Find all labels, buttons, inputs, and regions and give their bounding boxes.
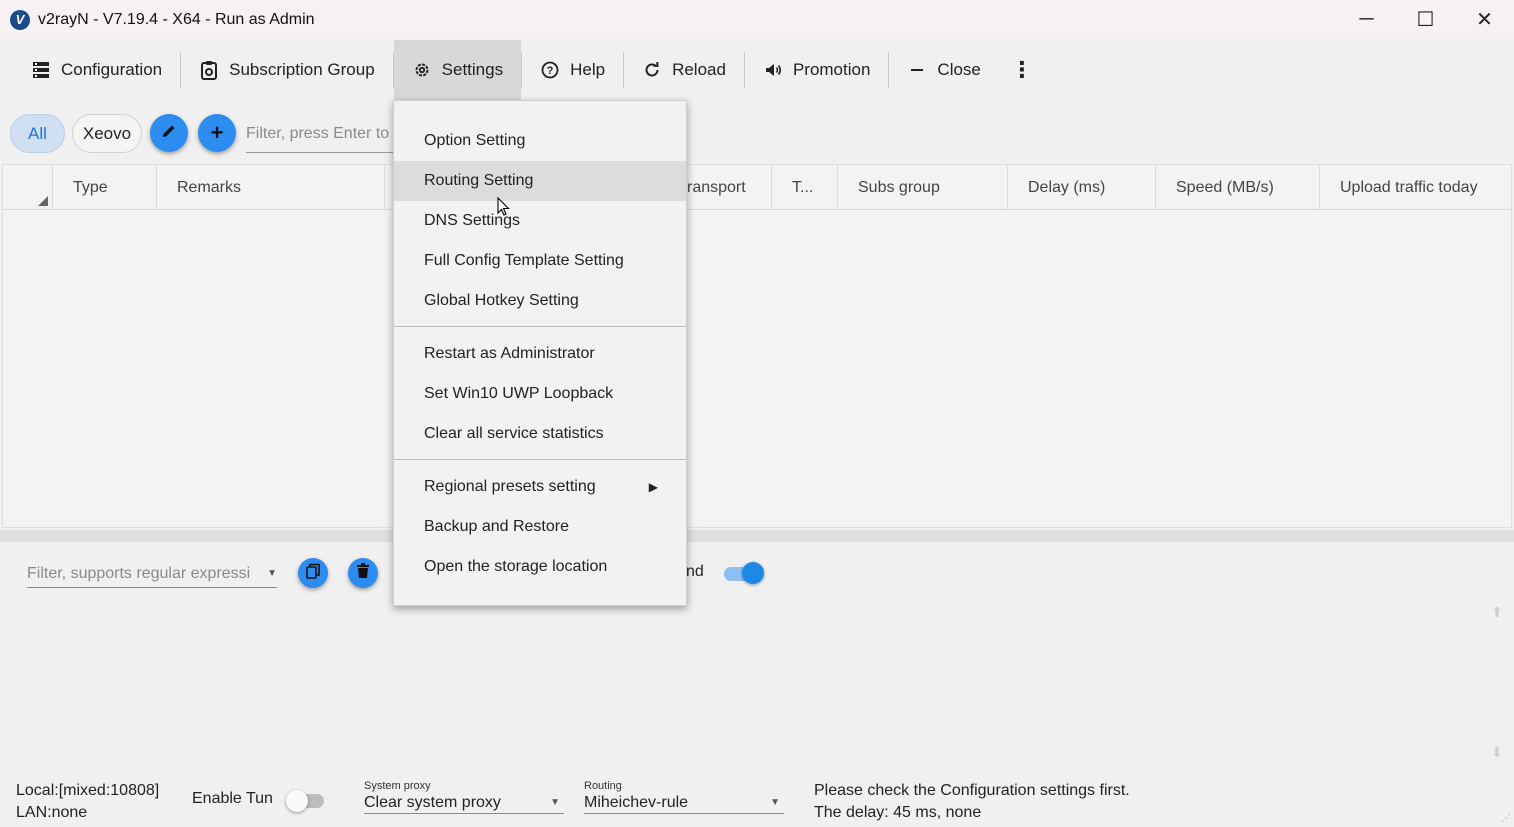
column-transport[interactable]: ransport — [687, 165, 772, 210]
column-type[interactable]: Type — [53, 165, 157, 210]
menu-item-backup-restore[interactable]: Backup and Restore — [394, 507, 686, 547]
local-port-status: Local:[mixed:10808] LAN:none — [16, 780, 159, 824]
menu-item-full-config-template[interactable]: Full Config Template Setting — [394, 241, 686, 281]
menu-item-clear-statistics[interactable]: Clear all service statistics — [394, 414, 686, 454]
scroll-down-icon[interactable]: ⬇ — [1488, 744, 1506, 762]
column-speed[interactable]: Speed (MB/s) — [1156, 165, 1320, 210]
auto-scroll-toggle[interactable] — [724, 562, 764, 584]
log-filter-placeholder: Filter, supports regular expressi — [27, 564, 251, 582]
enable-tun-toggle[interactable] — [286, 790, 326, 812]
system-proxy-caption: System proxy — [364, 780, 431, 792]
scroll-up-icon[interactable]: ⬆ — [1488, 604, 1506, 622]
subscription-group-label: Subscription Group — [229, 60, 375, 79]
column-remarks[interactable]: Remarks — [157, 165, 385, 210]
minus-icon — [907, 60, 927, 80]
help-menu[interactable]: ? Help — [522, 40, 623, 100]
panel-splitter[interactable] — [0, 530, 1514, 542]
menu-item-regional-presets-label: Regional presets setting — [424, 478, 596, 495]
settings-menu[interactable]: Settings — [393, 40, 522, 100]
reload-button[interactable]: Reload — [624, 40, 744, 100]
auto-scroll-label: nd — [686, 563, 704, 580]
configuration-menu[interactable]: Configuration — [13, 40, 180, 100]
system-proxy-value: Clear system proxy — [364, 793, 501, 811]
reload-icon — [642, 60, 662, 80]
promotion-label: Promotion — [792, 60, 871, 79]
server-icon — [31, 60, 51, 80]
help-label: Help — [570, 60, 606, 79]
speaker-icon — [763, 60, 783, 80]
menu-separator — [394, 326, 686, 327]
menu-item-open-storage[interactable]: Open the storage location — [394, 547, 686, 587]
edit-group-button[interactable] — [150, 114, 188, 152]
routing-caption: Routing — [584, 780, 622, 792]
toggle-knob — [286, 790, 308, 812]
main-toolbar: Configuration Subscription Group Setting… — [0, 40, 1514, 100]
menu-item-global-hotkey[interactable]: Global Hotkey Setting — [394, 281, 686, 321]
menu-item-restart-admin[interactable]: Restart as Administrator — [394, 334, 686, 374]
log-filter-combo[interactable]: Filter, supports regular expressi ▼ — [27, 560, 277, 588]
toggle-knob — [742, 562, 764, 584]
promotion-button[interactable]: Promotion — [745, 40, 888, 100]
group-chip-xeovo[interactable]: Xeovo — [72, 114, 142, 153]
routing-combo[interactable]: Routing Miheichev-rule ▼ — [584, 780, 784, 820]
chevron-down-icon: ▼ — [550, 797, 560, 808]
clear-log-button[interactable] — [348, 558, 378, 588]
close-label: Close — [937, 60, 981, 79]
configuration-label: Configuration — [61, 60, 163, 79]
more-options-icon[interactable]: ⋮ — [999, 40, 1045, 100]
plus-icon: + — [210, 120, 224, 145]
chevron-down-icon: ▼ — [267, 568, 277, 579]
column-tls[interactable]: T... — [772, 165, 838, 210]
menu-item-option-setting[interactable]: Option Setting — [394, 121, 686, 161]
column-delay[interactable]: Delay (ms) — [1008, 165, 1156, 210]
copy-log-button[interactable] — [298, 558, 328, 588]
trash-icon — [356, 563, 370, 583]
pencil-icon — [161, 122, 177, 145]
server-filter-input[interactable] — [246, 116, 396, 153]
column-upload-traffic[interactable]: Upload traffic today — [1320, 165, 1511, 210]
enable-tun-label: Enable Tun — [192, 790, 273, 807]
menu-item-regional-presets[interactable]: Regional presets setting ▶ — [394, 467, 686, 507]
group-chip-all[interactable]: All — [10, 114, 65, 153]
gear-icon — [412, 60, 432, 80]
grid-header: Type Remarks ransport T... Subs group De… — [3, 165, 1511, 210]
title-bar: V v2rayN - V7.19.4 - X64 - Run as Admin … — [0, 0, 1514, 39]
close-window-button[interactable]: ✕ — [1455, 0, 1514, 39]
svg-text:?: ? — [547, 65, 554, 77]
reload-label: Reload — [672, 60, 726, 79]
status-message-line-2: The delay: 45 ms, none — [814, 804, 982, 821]
subscription-icon — [199, 60, 219, 80]
server-list-grid: Type Remarks ransport T... Subs group De… — [2, 164, 1512, 528]
chevron-down-icon: ▼ — [770, 797, 780, 808]
system-proxy-combo[interactable]: System proxy Clear system proxy ▼ — [364, 780, 564, 820]
help-icon: ? — [540, 60, 560, 80]
routing-value: Miheichev-rule — [584, 793, 689, 811]
menu-separator — [394, 459, 686, 460]
window-controls: ─ ☐ ✕ — [1337, 0, 1514, 39]
mouse-cursor-icon — [497, 197, 510, 216]
menu-item-uwp-loopback[interactable]: Set Win10 UWP Loopback — [394, 374, 686, 414]
column-subs-group[interactable]: Subs group — [838, 165, 1008, 210]
status-message-line-1: Please check the Configuration settings … — [814, 782, 1130, 799]
settings-dropdown-menu: Option Setting Routing Setting DNS Setti… — [393, 100, 687, 606]
status-message: Please check the Configuration settings … — [814, 780, 1130, 824]
minimize-button[interactable]: ─ — [1337, 0, 1396, 39]
resize-grip-icon[interactable]: ⋰ — [1501, 813, 1511, 824]
submenu-arrow-icon: ▶ — [648, 480, 658, 494]
subscription-group-menu[interactable]: Subscription Group — [181, 40, 393, 100]
settings-label: Settings — [441, 60, 504, 79]
menu-item-routing-setting[interactable]: Routing Setting — [394, 161, 686, 201]
local-address: Local:[mixed:10808] — [16, 782, 160, 799]
copy-icon — [305, 563, 321, 583]
lan-address: LAN:none — [16, 804, 88, 821]
window-title: v2rayN - V7.19.4 - X64 - Run as Admin — [38, 10, 315, 28]
maximize-button[interactable]: ☐ — [1396, 0, 1455, 39]
v2rayn-logo-icon: V — [10, 9, 30, 30]
add-group-button[interactable]: + — [198, 114, 236, 152]
close-button[interactable]: Close — [889, 40, 998, 100]
menu-item-dns-settings[interactable]: DNS Settings — [394, 201, 686, 241]
select-all-corner[interactable] — [3, 165, 53, 210]
